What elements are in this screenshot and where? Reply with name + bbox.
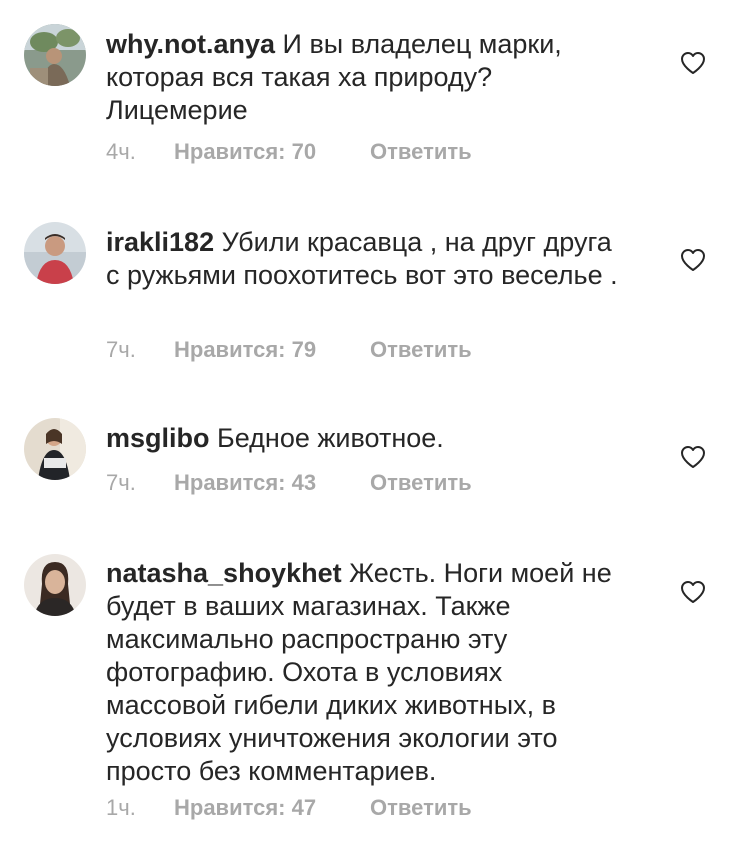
reply-button[interactable]: Ответить xyxy=(370,337,472,363)
heart-icon[interactable] xyxy=(680,248,706,272)
comment-meta: 7ч. Нравится: 79 Ответить xyxy=(106,336,472,364)
avatar[interactable] xyxy=(24,554,86,616)
avatar[interactable] xyxy=(24,24,86,86)
comment-username[interactable]: msglibo xyxy=(106,423,210,453)
user-avatar-icon xyxy=(24,222,86,284)
comment-text-block: irakli182 Убили красавца , на друг друга… xyxy=(106,226,626,292)
comment-likes[interactable]: Нравится: 47 xyxy=(174,795,370,821)
comment-text-block: why.not.anya И вы владелец марки, котора… xyxy=(106,28,626,127)
comment-time[interactable]: 7ч. xyxy=(106,337,174,363)
comment-username[interactable]: natasha_shoykhet xyxy=(106,558,342,588)
comment-meta: 4ч. Нравится: 70 Ответить xyxy=(106,138,472,166)
heart-icon[interactable] xyxy=(680,580,706,604)
heart-icon[interactable] xyxy=(680,51,706,75)
user-avatar-icon xyxy=(24,418,86,480)
comment-likes[interactable]: Нравится: 70 xyxy=(174,139,370,165)
comment-likes[interactable]: Нравится: 79 xyxy=(174,337,370,363)
user-avatar-icon xyxy=(24,24,86,86)
heart-icon[interactable] xyxy=(680,445,706,469)
comment-username[interactable]: irakli182 xyxy=(106,227,214,257)
avatar[interactable] xyxy=(24,222,86,284)
reply-button[interactable]: Ответить xyxy=(370,795,472,821)
comment-meta: 7ч. Нравится: 43 Ответить xyxy=(106,469,472,497)
comment-text-block: natasha_shoykhet Жесть. Ноги моей не буд… xyxy=(106,557,626,788)
comment-time[interactable]: 7ч. xyxy=(106,470,174,496)
comment-time[interactable]: 4ч. xyxy=(106,139,174,165)
avatar[interactable] xyxy=(24,418,86,480)
comment-username[interactable]: why.not.anya xyxy=(106,29,275,59)
comment-text-block: msglibo Бедное животное. xyxy=(106,422,626,455)
comment-text: Жесть. Ноги моей не будет в ваших магази… xyxy=(106,558,612,786)
reply-button[interactable]: Ответить xyxy=(370,139,472,165)
comment-text: Бедное животное. xyxy=(217,423,444,453)
comment-likes[interactable]: Нравится: 43 xyxy=(174,470,370,496)
comment-time[interactable]: 1ч. xyxy=(106,795,174,821)
comment-meta: 1ч. Нравится: 47 Ответить xyxy=(106,794,472,822)
reply-button[interactable]: Ответить xyxy=(370,470,472,496)
user-avatar-icon xyxy=(24,554,86,616)
